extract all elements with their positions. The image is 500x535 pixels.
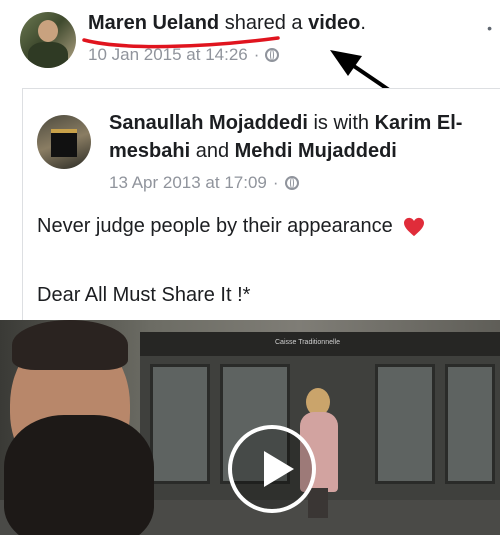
post-header: Maren Ueland shared a video. 10 Jan 2015…: [0, 0, 500, 80]
globe-icon[interactable]: [284, 176, 299, 190]
shared-meta: 13 Apr 2013 at 17:09 ·: [109, 173, 299, 193]
tagged-person-2[interactable]: Mehdi Mujaddedi: [235, 140, 397, 162]
with-text: is with: [307, 112, 375, 134]
message-text-1: Never judge people by their appearance: [37, 215, 393, 237]
kaaba-image: [51, 129, 77, 157]
shop-window: [375, 364, 435, 484]
avatar-body: [28, 42, 68, 68]
and-text: and: [190, 140, 235, 162]
more-icon[interactable]: •: [487, 20, 492, 36]
message-line-2: Dear All Must Share It !*: [37, 284, 251, 306]
action-suffix: .: [360, 12, 366, 34]
shared-post-card: Sanaullah Mojaddedi is with Karim El-mes…: [22, 88, 500, 321]
man-figure: [0, 320, 180, 535]
man-beard: [4, 415, 154, 535]
play-icon[interactable]: [228, 425, 316, 513]
shared-timestamp[interactable]: 13 Apr 2013 at 17:09: [109, 173, 267, 193]
heart-icon: [403, 217, 424, 236]
shared-author-name[interactable]: Sanaullah Mojaddedi: [109, 112, 308, 134]
video-player[interactable]: Caisse Traditionnelle: [0, 320, 500, 535]
shared-separator: ·: [272, 173, 279, 192]
woman-legs: [308, 488, 328, 518]
message-line-1: Never judge people by their appearance: [37, 215, 425, 238]
post-header-line: Maren Ueland shared a video.: [88, 12, 366, 35]
post-timestamp[interactable]: 10 Jan 2015 at 14:26: [88, 45, 248, 65]
shared-author-line: Sanaullah Mojaddedi is with Karim El-mes…: [109, 109, 499, 165]
man-hair: [12, 320, 128, 370]
author-avatar[interactable]: [20, 12, 76, 68]
post-meta: 10 Jan 2015 at 14:26 ·: [88, 45, 280, 65]
shop-window: [445, 364, 495, 484]
play-triangle: [264, 451, 294, 487]
shop-sign: Caisse Traditionnelle: [275, 339, 340, 346]
author-name[interactable]: Maren Ueland: [88, 12, 219, 34]
meta-separator: ·: [253, 45, 260, 64]
shared-author-avatar[interactable]: [37, 115, 91, 169]
action-prefix: shared a: [219, 12, 309, 34]
avatar-head: [38, 20, 58, 42]
globe-icon[interactable]: [265, 48, 280, 62]
action-object[interactable]: video: [308, 12, 360, 34]
